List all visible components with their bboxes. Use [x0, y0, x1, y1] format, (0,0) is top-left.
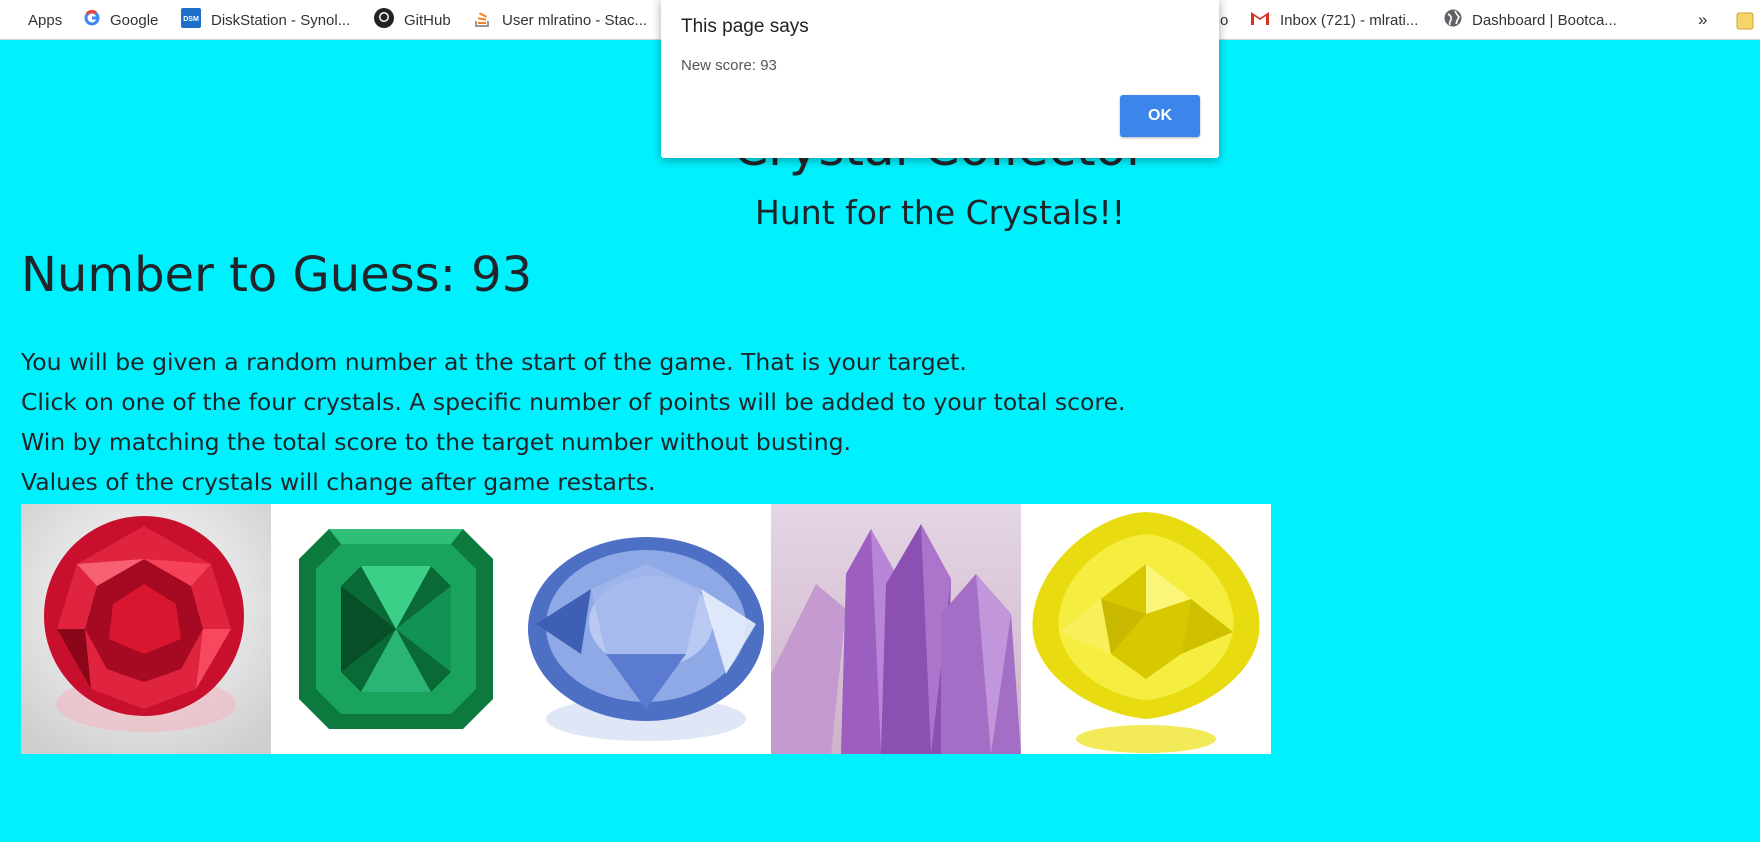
crystal-emerald[interactable] — [271, 504, 521, 754]
dialog-title: This page says — [681, 16, 809, 37]
bookmark-label: GitHub — [404, 11, 451, 29]
instructions: You will be given a random number at the… — [21, 342, 1125, 502]
dialog-message: New score: 93 — [681, 57, 777, 74]
bookmark-stackoverflow[interactable]: User mlratino - Stac... — [474, 0, 647, 40]
bookmark-github[interactable]: GitHub — [374, 0, 451, 40]
bookmark-partial[interactable]: o — [1220, 0, 1228, 40]
bookmark-diskstation[interactable]: DSM DiskStation - Synol... — [181, 0, 350, 40]
bookmark-dashboard[interactable]: Dashboard | Bootca... — [1444, 0, 1617, 40]
bookmark-google[interactable]: Google — [84, 0, 158, 40]
apps-grid-icon — [2, 12, 18, 28]
bookmark-label: User mlratino - Stac... — [502, 11, 648, 29]
crystal-row — [21, 504, 1271, 754]
ok-button[interactable]: OK — [1120, 95, 1200, 137]
crystal-yellow-diamond[interactable] — [1021, 504, 1271, 754]
bookmark-apps[interactable]: Apps — [0, 0, 62, 40]
github-icon — [374, 8, 394, 32]
bookmark-inbox[interactable]: Inbox (721) - mlrati... — [1250, 0, 1418, 40]
gmail-icon — [1250, 10, 1270, 30]
instruction-line: Values of the crystals will change after… — [21, 468, 656, 496]
bookmarks-overflow-button[interactable]: » — [1698, 0, 1707, 40]
bookmark-label: Inbox (721) - mlrati... — [1280, 11, 1419, 29]
page-subtitle: Hunt for the Crystals!! — [755, 193, 1125, 232]
target-number: Number to Guess: 93 — [21, 247, 533, 303]
crystal-sapphire[interactable] — [521, 504, 771, 754]
folder-icon[interactable] — [1736, 0, 1754, 40]
crystal-ruby[interactable] — [21, 504, 271, 754]
dsm-icon: DSM — [181, 8, 201, 32]
stackoverflow-icon — [474, 9, 492, 31]
svg-text:DSM: DSM — [183, 16, 199, 23]
instruction-line: You will be given a random number at the… — [21, 348, 967, 376]
bookmark-label: Dashboard | Bootca... — [1472, 11, 1617, 29]
bookmark-label: DiskStation - Synol... — [211, 11, 351, 29]
bookmark-label: Google — [110, 11, 159, 29]
alert-dialog: This page says New score: 93 OK — [661, 0, 1219, 158]
globe-icon — [1444, 9, 1462, 31]
bookmark-label: o — [1220, 11, 1229, 29]
bookmark-label: Apps — [28, 11, 63, 29]
google-icon — [84, 9, 100, 30]
instruction-line: Win by matching the total score to the t… — [21, 428, 851, 456]
instruction-line: Click on one of the four crystals. A spe… — [21, 388, 1126, 416]
crystal-amethyst[interactable] — [771, 504, 1021, 754]
